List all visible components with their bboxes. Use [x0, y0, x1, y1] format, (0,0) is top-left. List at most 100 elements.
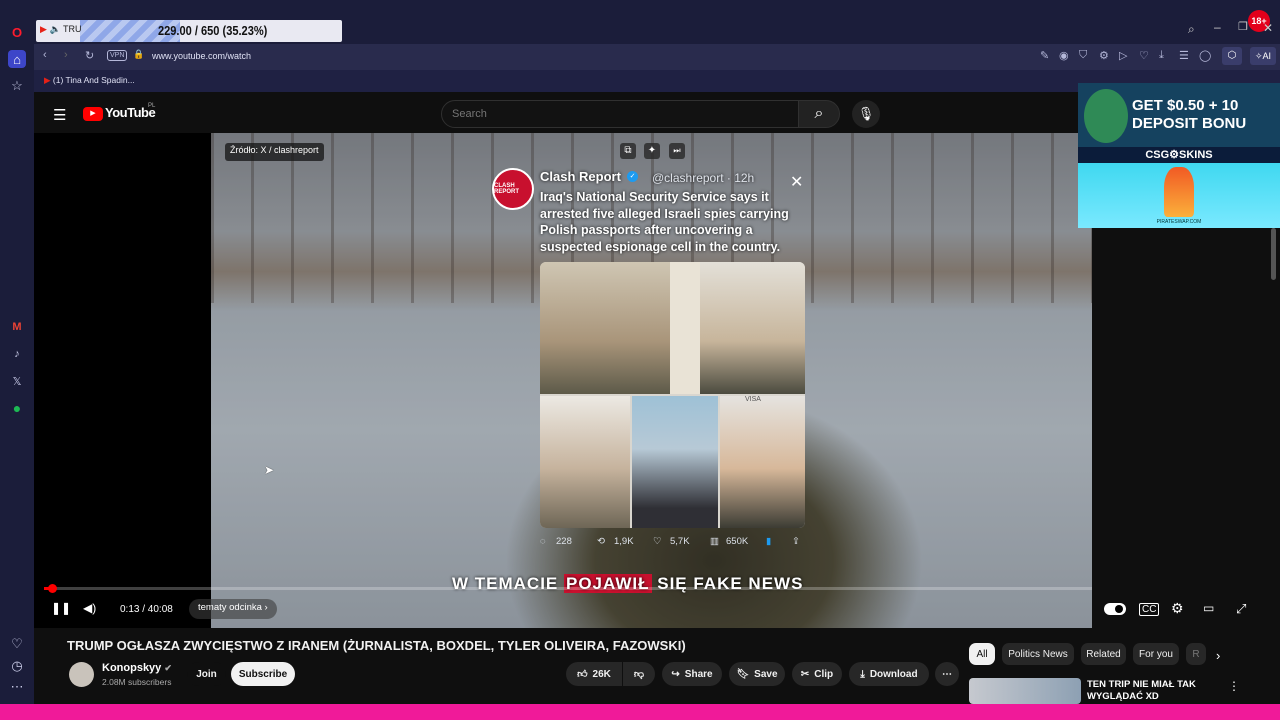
- caption-highlight: POJAWIŁ: [564, 574, 652, 593]
- download-button[interactable]: ⤓ Download: [849, 662, 929, 686]
- photo-3: [540, 396, 630, 528]
- tiktok-icon[interactable]: ♪: [8, 345, 26, 363]
- reload-icon[interactable]: ↻: [85, 49, 94, 62]
- progress-bar[interactable]: [44, 587, 1092, 590]
- youtube-logo-icon[interactable]: ▶: [83, 107, 103, 121]
- edit-icon[interactable]: ✎: [1040, 49, 1049, 62]
- search-button[interactable]: ⌕: [798, 100, 840, 128]
- thumbs-up-icon: 👍︎: [577, 669, 588, 680]
- camera-icon[interactable]: ◉: [1059, 49, 1069, 62]
- volume-icon[interactable]: ◀): [83, 601, 96, 615]
- lock-icon: 🔒: [133, 49, 145, 59]
- chip-partial[interactable]: R: [1186, 643, 1206, 665]
- autoplay-toggle[interactable]: [1104, 603, 1126, 615]
- heart-outline-icon[interactable]: ♡: [1139, 49, 1149, 62]
- related-thumbnail[interactable]: [969, 678, 1081, 704]
- subscribe-button[interactable]: Subscribe: [231, 662, 295, 686]
- minimize-icon[interactable]: –: [1214, 20, 1221, 34]
- ad-banner[interactable]: GET $0.50 + 10 DEPOSIT BONU CSG⚙SKINS PI…: [1078, 83, 1280, 228]
- region-code: PL: [148, 103, 156, 109]
- chip-for-you[interactable]: For you: [1133, 643, 1179, 665]
- channel-avatar[interactable]: [69, 662, 94, 687]
- chapter-button[interactable]: tematy odcinka ›: [189, 599, 277, 619]
- video-title: TRUMP OGŁASZA ZWYCIĘSTWO Z IRANEM (ŻURNA…: [67, 638, 686, 653]
- spotify-icon[interactable]: ●: [8, 399, 26, 417]
- passport-page: [670, 262, 700, 394]
- page-scrollbar[interactable]: [1271, 228, 1276, 280]
- chevron-right-chip-icon[interactable]: ›: [1216, 648, 1220, 663]
- tweet-stats: ◌ 228 ⟲ 1,9K ♡ 5,7K ▥ 650K ▮ ⇪: [540, 536, 810, 552]
- history-icon[interactable]: ◷: [8, 657, 26, 675]
- search-tabs-icon[interactable]: ⌕: [1188, 22, 1195, 37]
- home-icon[interactable]: ⌂: [8, 50, 26, 68]
- captions-icon[interactable]: CC: [1139, 603, 1160, 616]
- star-icon[interactable]: ☆: [8, 77, 26, 95]
- play-icon[interactable]: ▷: [1119, 49, 1127, 62]
- settings-icon[interactable]: ⚙: [1171, 600, 1184, 617]
- extension-icon[interactable]: ⚙: [1099, 49, 1109, 62]
- pause-icon[interactable]: ❚❚: [51, 601, 71, 615]
- hamburger-menu-icon[interactable]: ☰: [53, 106, 66, 124]
- scrubber-handle[interactable]: [47, 584, 57, 593]
- heart-icon[interactable]: ♡: [8, 635, 26, 653]
- caption-start: W TEMACIE: [452, 574, 564, 593]
- close-window-icon[interactable]: ✕: [1263, 21, 1273, 35]
- restore-icon[interactable]: ❐: [1238, 20, 1248, 33]
- clip-button[interactable]: ✂ Clip: [792, 662, 842, 686]
- share-button[interactable]: ↪ Share: [662, 662, 722, 686]
- youtube-tab-icon: ▶: [40, 24, 47, 34]
- verified-icon: ✓: [627, 171, 638, 182]
- search-input[interactable]: [441, 100, 799, 128]
- kebab-menu-icon[interactable]: ⋮: [1228, 679, 1240, 693]
- taskbar-strip: [0, 704, 1280, 720]
- forward-icon[interactable]: ›: [64, 49, 68, 61]
- video-caption: W TEMACIE POJAWIŁ SIĘ FAKE NEWS: [452, 574, 803, 594]
- wallet-icon[interactable]: ⬡: [1222, 47, 1242, 65]
- tweet-handle: @clashreport · 12h: [652, 171, 755, 185]
- tweet-author: Clash Report: [540, 169, 621, 184]
- profile-icon[interactable]: ◯: [1199, 49, 1211, 62]
- source-label: Źródło: X / clashreport: [225, 143, 324, 161]
- bookmark-item[interactable]: ▶ (1) Tina And Spadin...: [44, 75, 135, 86]
- photo-2: [700, 262, 805, 394]
- sparkle-icon[interactable]: ✦: [644, 143, 660, 159]
- vpn-badge[interactable]: VPN: [107, 50, 128, 61]
- x-icon[interactable]: 𝕏: [8, 372, 26, 390]
- related-video-title[interactable]: TEN TRIP NIE MIAŁ TAK WYGLĄDAĆ XD: [1087, 679, 1217, 703]
- miniplayer-icon[interactable]: ⧉: [620, 143, 636, 159]
- visa-label: VISA: [745, 396, 761, 403]
- voice-search-button[interactable]: 🎙: [852, 100, 880, 128]
- toggle-knob: [1115, 605, 1123, 613]
- dislike-button[interactable]: 👎︎: [623, 662, 655, 686]
- tab-label: ▶ 🔈 TRU: [40, 24, 82, 35]
- url-text[interactable]: www.youtube.com/watch: [152, 51, 251, 61]
- fullscreen-icon[interactable]: ⤢: [1236, 601, 1246, 617]
- ad-headline-1: GET $0.50 + 10: [1132, 97, 1239, 114]
- caption-end: SIĘ FAKE NEWS: [651, 574, 804, 593]
- skip-icon[interactable]: ⏭: [669, 143, 685, 159]
- download-icon[interactable]: ⤓: [1159, 49, 1164, 62]
- chevron-right-icon: ›: [264, 602, 268, 613]
- like-icon: ♡: [653, 536, 662, 547]
- menu-icon[interactable]: ☰: [1179, 49, 1189, 62]
- tweet-photo-grid: VISA: [540, 262, 805, 528]
- channel-name-text: Konopskyy: [102, 662, 162, 674]
- back-icon[interactable]: ‹: [43, 49, 47, 61]
- download-label: Download: [869, 668, 918, 680]
- channel-name[interactable]: Konopskyy ✔: [102, 662, 172, 674]
- save-label: Save: [754, 668, 778, 680]
- chip-all[interactable]: All: [969, 643, 995, 665]
- theater-mode-icon[interactable]: ▭: [1203, 601, 1214, 615]
- like-button[interactable]: 👍︎ 26K: [566, 662, 622, 686]
- save-button[interactable]: 🔖︎ Save: [729, 662, 785, 686]
- more-actions-button[interactable]: ⋯: [935, 662, 959, 686]
- ai-button[interactable]: ✧AI: [1250, 47, 1276, 65]
- more-icon[interactable]: ⋯: [8, 678, 26, 696]
- gmail-icon[interactable]: M: [8, 318, 26, 336]
- chip-politics-news[interactable]: Politics News: [1002, 643, 1074, 665]
- join-button[interactable]: Join: [187, 662, 226, 686]
- opera-logo-icon[interactable]: O: [8, 23, 26, 41]
- ad-headline-2: DEPOSIT BONU: [1132, 115, 1247, 132]
- shield-icon[interactable]: ⛉: [1079, 49, 1087, 62]
- chip-related[interactable]: Related: [1081, 643, 1126, 665]
